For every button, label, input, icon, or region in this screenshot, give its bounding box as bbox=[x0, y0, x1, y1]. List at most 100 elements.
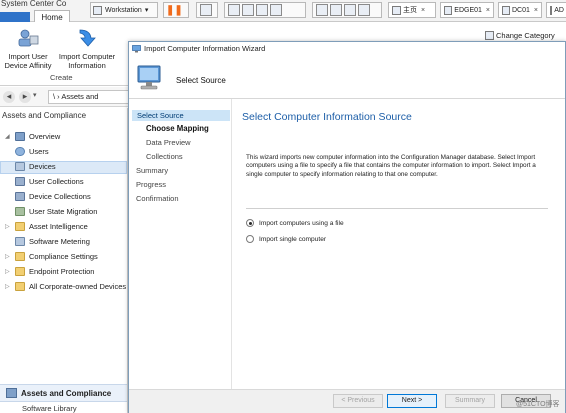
summary-button[interactable]: Summary bbox=[445, 394, 495, 408]
expand-icon[interactable]: ▷ bbox=[5, 253, 11, 260]
option-import-using-file[interactable]: Import computers using a file bbox=[246, 219, 344, 227]
button-label: Information bbox=[68, 61, 106, 70]
nav-item-asset-intelligence[interactable]: ▷ Asset Intelligence bbox=[5, 222, 88, 231]
nav-item-endpoint-protection[interactable]: ▷ Endpoint Protection bbox=[5, 267, 94, 276]
user-state-migration-icon bbox=[15, 207, 25, 216]
stretch-icon bbox=[358, 4, 370, 16]
workspace-label: Assets and Compliance bbox=[21, 388, 112, 398]
previous-button[interactable]: < Previous bbox=[333, 394, 383, 408]
step-choose-mapping: Choose Mapping bbox=[146, 124, 209, 133]
expand-icon[interactable]: ▷ bbox=[5, 283, 11, 290]
wizard-content-title: Select Computer Information Source bbox=[242, 111, 412, 123]
option-import-single-computer[interactable]: Import single computer bbox=[246, 235, 326, 243]
folder-icon bbox=[15, 222, 25, 231]
host-toolbar: System Center Co Home Workstation ▾ ❚❚ 主… bbox=[0, 0, 566, 24]
vm-tab-home[interactable]: 主页 × bbox=[388, 2, 436, 18]
snapshot-toolbar[interactable] bbox=[224, 2, 306, 18]
option-label: Import single computer bbox=[259, 235, 327, 243]
breadcrumb[interactable]: \ › Assets and bbox=[48, 90, 138, 104]
nav-item-label: Devices bbox=[29, 162, 56, 171]
back-icon[interactable]: ◂ bbox=[3, 91, 15, 103]
pause-icon: ❚❚ bbox=[166, 4, 183, 16]
console-icon bbox=[344, 4, 356, 16]
nav-item-devices[interactable]: Devices bbox=[15, 162, 56, 171]
nav-item-label: Compliance Settings bbox=[29, 252, 98, 261]
vm-icon bbox=[550, 5, 553, 15]
view-toolbar[interactable] bbox=[312, 2, 382, 18]
close-icon[interactable]: × bbox=[486, 7, 490, 14]
radio-import-single-computer[interactable] bbox=[246, 235, 254, 243]
home-icon bbox=[392, 5, 401, 15]
nav-header: Assets and Compliance bbox=[2, 111, 87, 120]
workspace-software-library[interactable]: Software Library bbox=[0, 404, 127, 413]
import-user-device-affinity-icon bbox=[18, 29, 39, 47]
change-category-button[interactable]: Change Category bbox=[485, 31, 555, 40]
manager-icon bbox=[256, 4, 268, 16]
workspace-assets-and-compliance[interactable]: Assets and Compliance bbox=[0, 384, 127, 402]
nav-item-label: Software Metering bbox=[29, 237, 90, 246]
nav-item-users[interactable]: Users bbox=[15, 147, 49, 156]
nav-item-compliance-settings[interactable]: ▷ Compliance Settings bbox=[5, 252, 98, 261]
close-icon[interactable]: × bbox=[421, 7, 425, 14]
nav-item-user-collections[interactable]: User Collections bbox=[15, 177, 84, 186]
nav-item-user-state-migration[interactable]: User State Migration bbox=[15, 207, 97, 216]
workstation-label: Workstation bbox=[105, 6, 142, 14]
file-tab[interactable] bbox=[0, 12, 30, 22]
workstation-icon bbox=[93, 5, 102, 15]
nav-item-software-metering[interactable]: Software Metering bbox=[15, 237, 90, 246]
step-summary: Summary bbox=[136, 166, 169, 175]
users-icon bbox=[15, 147, 25, 156]
option-label: Import computers using a file bbox=[259, 219, 344, 227]
vm-tab-dc01[interactable]: DC01 × bbox=[498, 2, 542, 18]
nav-item-label: Device Collections bbox=[29, 192, 91, 201]
settings-icon bbox=[270, 4, 282, 16]
history-chevron-icon[interactable]: ▾ bbox=[33, 91, 37, 99]
vm-tab-ad[interactable]: AD bbox=[546, 2, 566, 18]
close-icon[interactable]: × bbox=[534, 7, 538, 14]
nav-item-all-corporate-owned-devices[interactable]: ▷ All Corporate-owned Devices bbox=[5, 282, 126, 291]
workstation-dropdown[interactable]: Workstation ▾ bbox=[90, 2, 158, 18]
wizard-header: Select Source bbox=[129, 55, 565, 99]
pause-button[interactable]: ❚❚ bbox=[163, 2, 189, 18]
ribbon-group-label: Create bbox=[50, 73, 73, 82]
wizard-header-title: Select Source bbox=[176, 76, 226, 85]
nav-item-overview[interactable]: ◢ Overview bbox=[5, 132, 60, 141]
next-button[interactable]: Next > bbox=[387, 394, 437, 408]
vm-tab-label: AD bbox=[554, 6, 564, 14]
chevron-down-icon: ▾ bbox=[144, 7, 149, 14]
nav-item-label: User State Migration bbox=[29, 207, 98, 216]
revert-icon bbox=[242, 4, 254, 16]
nav-item-label: All Corporate-owned Devices bbox=[29, 282, 127, 291]
nav-item-label: User Collections bbox=[29, 177, 84, 186]
nav-item-label: Users bbox=[29, 147, 49, 156]
import-computer-information-button[interactable]: Import Computer Information bbox=[54, 28, 120, 70]
expand-icon[interactable]: ▷ bbox=[5, 223, 11, 230]
print-button[interactable] bbox=[196, 2, 218, 18]
expand-icon[interactable]: ◢ bbox=[5, 133, 11, 140]
wizard-footer: < Previous Next > Summary Cancel bbox=[129, 389, 565, 413]
step-data-preview: Data Preview bbox=[146, 138, 191, 147]
expand-icon[interactable]: ▷ bbox=[5, 268, 11, 275]
vm-icon bbox=[444, 5, 453, 15]
import-user-device-affinity-button[interactable]: Import User Device Affinity bbox=[4, 28, 52, 70]
divider bbox=[246, 208, 548, 209]
vm-tab-edge01[interactable]: EDGE01 × bbox=[440, 2, 494, 18]
wizard-titlebar[interactable]: Import Computer Information Wizard bbox=[129, 42, 565, 55]
wizard-content: Select Computer Information Source This … bbox=[231, 99, 565, 389]
nav-item-label: Asset Intelligence bbox=[29, 222, 88, 231]
computer-icon bbox=[137, 65, 161, 90]
radio-import-using-file[interactable] bbox=[246, 219, 254, 227]
fullscreen-icon bbox=[316, 4, 328, 16]
category-icon bbox=[485, 31, 494, 40]
wizard-steps: Select Source Choose Mapping Data Previe… bbox=[129, 99, 231, 389]
forward-icon[interactable]: ▸ bbox=[19, 91, 31, 103]
folder-icon bbox=[15, 282, 25, 291]
vm-tab-label: EDGE01 bbox=[454, 6, 482, 14]
vm-tab-label: DC01 bbox=[512, 6, 530, 14]
wizard-title-icon bbox=[132, 44, 141, 52]
vm-tab-label: 主页 bbox=[403, 7, 417, 14]
button-label: Device Affinity bbox=[4, 61, 52, 70]
navigation-pane: Assets and Compliance ◢ Overview Users D… bbox=[0, 108, 128, 413]
button-label: Import Computer bbox=[58, 52, 116, 61]
nav-item-device-collections[interactable]: Device Collections bbox=[15, 192, 91, 201]
